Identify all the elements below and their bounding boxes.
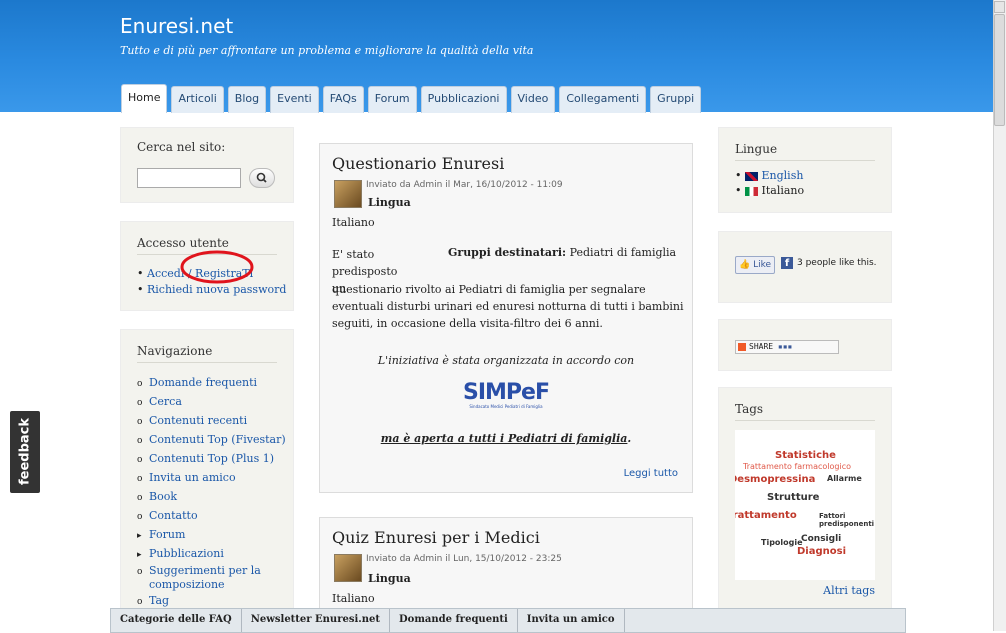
facebook-icon: f bbox=[781, 257, 793, 269]
post-questionario: Questionario Enuresi Inviato da Admin il… bbox=[319, 143, 693, 493]
feedback-tab[interactable]: feedback bbox=[10, 411, 40, 493]
footer-link-invite[interactable]: Invita un amico bbox=[518, 609, 625, 632]
social-icons: ▪▪▪ bbox=[777, 342, 793, 351]
nav-item: o Contenuti Top (Plus 1) bbox=[137, 452, 275, 465]
language-item-english: • English bbox=[735, 169, 804, 182]
footer-link-faq-categories[interactable]: Categorie delle FAQ bbox=[111, 609, 242, 632]
tag-cloud[interactable]: Statistiche Trattamento farmacologico Al… bbox=[735, 430, 875, 580]
nav-item: ▸ Pubblicazioni bbox=[137, 547, 224, 560]
post-closing: ma è aperta a tutti i Pediatri di famigl… bbox=[380, 432, 632, 445]
post-quote: L'iniziativa è stata organizzata in acco… bbox=[377, 354, 635, 367]
list-item: • Richiedi nuova password bbox=[137, 283, 287, 296]
navigation-list: o Domande frequenti o Cerca o Contenuti rec… bbox=[137, 374, 287, 611]
scrollbar-thumb[interactable] bbox=[994, 14, 1005, 126]
post-title[interactable]: Quiz Enuresi per i Medici bbox=[332, 528, 540, 547]
lang-value: Italiano bbox=[332, 592, 375, 605]
tab-forum[interactable]: Forum bbox=[367, 86, 417, 113]
footer-link-faq[interactable]: Domande frequenti bbox=[390, 609, 518, 632]
nav-item: o Book bbox=[137, 490, 177, 503]
italy-flag-icon bbox=[745, 186, 758, 196]
simpef-logo: SIMPeF Sindacato Medici Pediatri di Fami… bbox=[463, 380, 550, 410]
search-button[interactable] bbox=[249, 168, 275, 188]
languages-title: Lingue bbox=[735, 142, 875, 161]
highlight-circle bbox=[180, 250, 254, 284]
nav-item: o Suggerimenti per la composizione bbox=[137, 564, 261, 591]
language-item-italiano: • Italiano bbox=[735, 184, 805, 197]
like-count-text: 3 people like this. bbox=[797, 258, 877, 268]
uk-flag-icon bbox=[745, 171, 758, 181]
tab-eventi[interactable]: Eventi bbox=[270, 86, 319, 113]
nav-item: o Contenuti Top (Fivestar) bbox=[137, 433, 286, 446]
nav-item: ▸ Forum bbox=[137, 528, 186, 541]
search-block: Cerca nel sito: bbox=[120, 127, 294, 203]
share-block: SHARE ▪▪▪ bbox=[718, 319, 892, 371]
search-icon bbox=[256, 172, 267, 183]
tab-gruppi[interactable]: Gruppi bbox=[650, 86, 702, 113]
tab-home[interactable]: Home bbox=[121, 84, 168, 113]
site-title[interactable]: Enuresi.net bbox=[120, 14, 233, 38]
facebook-like-block: 👍 Like f 3 people like this. bbox=[718, 231, 892, 303]
post-meta: Inviato da Admin il Lun, 15/10/2012 - 23… bbox=[366, 554, 562, 564]
site-header: Enuresi.net Tutto e di più per affrontar… bbox=[0, 0, 994, 116]
tab-pubblicazioni[interactable]: Pubblicazioni bbox=[420, 86, 507, 113]
post-body: questionario rivolto ai Pediatri di fami… bbox=[332, 283, 684, 330]
author-avatar bbox=[334, 180, 362, 208]
tab-video[interactable]: Video bbox=[510, 86, 556, 113]
tab-blog[interactable]: Blog bbox=[227, 86, 267, 113]
nav-item: o Contenuti recenti bbox=[137, 414, 248, 427]
lang-label: Lingua bbox=[368, 572, 411, 585]
request-password-link[interactable]: Richiedi nuova password bbox=[147, 283, 286, 296]
nav-item: o Domande frequenti bbox=[137, 376, 258, 389]
tags-title: Tags bbox=[735, 402, 875, 421]
read-more-link[interactable]: Leggi tutto bbox=[624, 468, 678, 479]
footer-link-newsletter[interactable]: Newsletter Enuresi.net bbox=[242, 609, 390, 632]
post-meta: Inviato da Admin il Mar, 16/10/2012 - 11… bbox=[366, 180, 563, 190]
languages-block: Lingue • English • Italiano bbox=[718, 127, 892, 213]
page-scrollbar[interactable] bbox=[993, 0, 1006, 631]
author-avatar bbox=[334, 554, 362, 582]
tab-collegamenti[interactable]: Collegamenti bbox=[559, 86, 647, 113]
post-title[interactable]: Questionario Enuresi bbox=[332, 154, 504, 173]
nav-item: o Invita un amico bbox=[137, 471, 236, 484]
more-tags-link[interactable]: Altri tags bbox=[823, 584, 875, 597]
footer-links-bar: Categorie delle FAQ Newsletter Enuresi.n… bbox=[110, 608, 906, 633]
post-quiz: Quiz Enuresi per i Medici Inviato da Adm… bbox=[319, 517, 693, 619]
like-button[interactable]: 👍 Like bbox=[735, 256, 776, 274]
scroll-up-arrow-icon[interactable] bbox=[994, 1, 1005, 13]
primary-tabs: Home Articoli Blog Eventi FAQs Forum Pub… bbox=[121, 84, 702, 113]
nav-item: o Cerca bbox=[137, 395, 182, 408]
share-button[interactable]: SHARE ▪▪▪ bbox=[735, 340, 839, 354]
tags-block: Tags Statistiche Trattamento farmacologi… bbox=[718, 387, 892, 615]
target-groups: Gruppi destinatari: Pediatri di famiglia bbox=[448, 246, 677, 259]
share-icon bbox=[738, 343, 746, 351]
site-slogan: Tutto e di più per affrontare un problem… bbox=[120, 44, 534, 57]
login-block: Accesso utente • Accedi / RegistraTi • R… bbox=[120, 221, 294, 311]
tab-faqs[interactable]: FAQs bbox=[322, 86, 364, 113]
tab-articoli[interactable]: Articoli bbox=[171, 86, 224, 113]
search-input[interactable] bbox=[137, 168, 241, 188]
search-block-title: Cerca nel sito: bbox=[137, 140, 226, 154]
lang-label: Lingua bbox=[368, 196, 411, 209]
navigation-block: Navigazione o Domande frequenti o Cerca oC… bbox=[120, 329, 294, 613]
nav-item: o Contatto bbox=[137, 509, 198, 522]
lang-value: Italiano bbox=[332, 216, 375, 229]
navigation-title: Navigazione bbox=[137, 344, 277, 363]
